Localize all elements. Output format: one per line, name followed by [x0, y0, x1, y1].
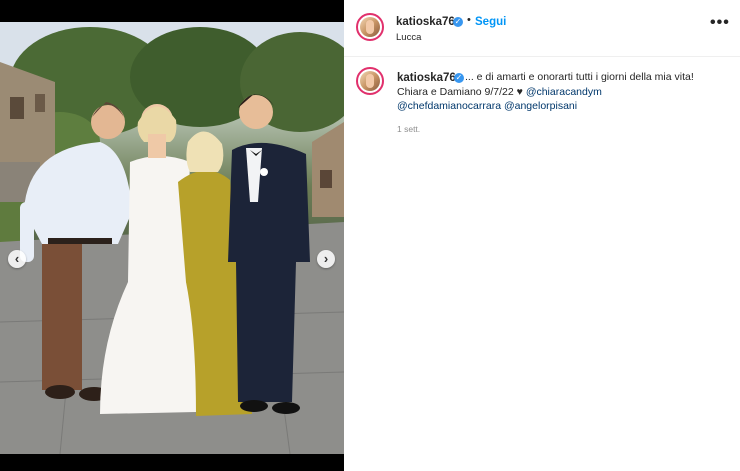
- post-photo[interactable]: ‹ ›: [0, 22, 344, 454]
- verified-badge-icon: ✓: [453, 17, 463, 27]
- header-username-link[interactable]: katioska76: [396, 16, 455, 28]
- follow-button[interactable]: Segui: [475, 16, 506, 28]
- wedding-photo-illustration: [0, 22, 344, 454]
- mention-link[interactable]: @chiaracandym: [526, 86, 602, 98]
- caption-line-2: Chiara e Damiano 9/7/22 ♥: [397, 85, 523, 98]
- caption-line-1: ... e di amarti e onorarti tutti i giorn…: [465, 71, 694, 83]
- caption-avatar[interactable]: [356, 67, 384, 95]
- location-link[interactable]: Lucca: [396, 32, 421, 43]
- carousel-next-button[interactable]: ›: [317, 250, 335, 268]
- post-details-panel: katioska76 ✓ • Segui Lucca ••• katioska7…: [344, 0, 740, 471]
- post-timestamp[interactable]: 1 sett.: [397, 124, 420, 134]
- separator-dot: •: [467, 14, 471, 26]
- avatar-image: [360, 17, 380, 37]
- post-header: katioska76 ✓ • Segui Lucca •••: [344, 0, 740, 57]
- avatar[interactable]: [356, 13, 384, 41]
- mention-link[interactable]: @chefdamianocarrara: [397, 100, 501, 112]
- caption-text: ... e di amarti e onorarti tutti i giorn…: [397, 70, 727, 114]
- avatar-image: [360, 71, 380, 91]
- more-options-icon[interactable]: •••: [710, 14, 730, 32]
- mention-link[interactable]: @angelorpisani: [504, 100, 577, 112]
- carousel-prev-button[interactable]: ‹: [8, 250, 26, 268]
